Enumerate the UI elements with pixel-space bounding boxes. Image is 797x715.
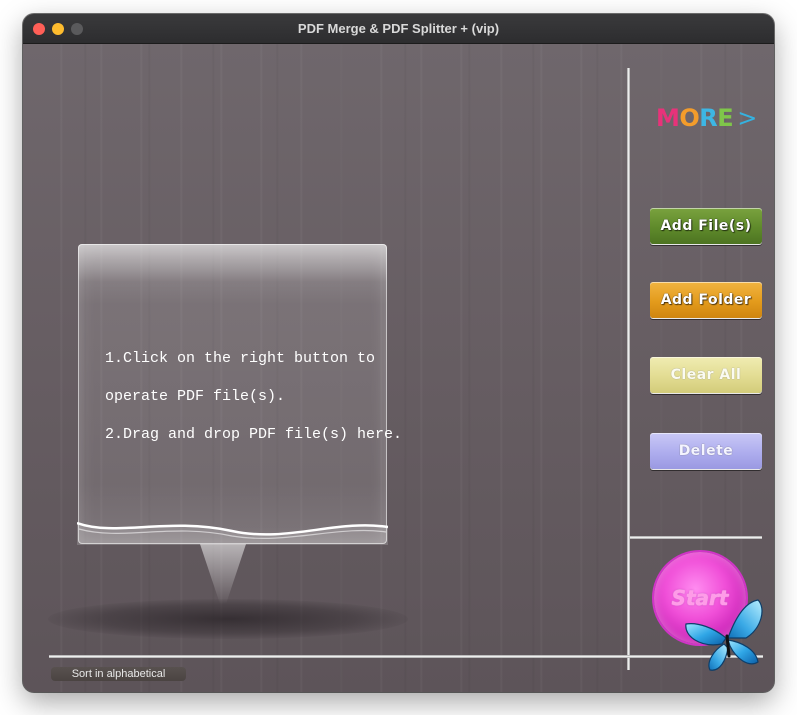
instruction-line: 1.Click on the right button to <box>105 350 376 367</box>
main-content: MORE > Add File(s) Add Folder Clear All D… <box>23 44 774 692</box>
window-title: PDF Merge & PDF Splitter + (vip) <box>297 21 500 36</box>
more-link[interactable]: MORE > <box>656 104 757 132</box>
drop-zone-pointer <box>200 544 246 604</box>
more-letter-e: E <box>717 104 734 132</box>
add-folder-button[interactable]: Add Folder <box>650 282 762 318</box>
delete-button[interactable]: Delete <box>650 433 762 469</box>
butterfly-icon <box>685 599 763 671</box>
title-bar[interactable]: PDF Merge & PDF Splitter + (vip) <box>23 14 774 44</box>
more-letter-m: M <box>656 104 680 132</box>
chevron-right-icon: > <box>737 104 757 132</box>
instruction-line: operate PDF file(s). <box>105 388 286 405</box>
start-area: Start <box>654 552 763 692</box>
instruction-line: 2.Drag and drop PDF file(s) here. <box>105 426 403 443</box>
sort-alphabetical-button[interactable]: Sort in alphabetical <box>51 667 186 681</box>
clear-all-button[interactable]: Clear All <box>650 357 762 393</box>
more-letter-r: R <box>699 104 718 132</box>
app-window: PDF Merge & PDF Splitter + (vip) MORE > A… <box>23 14 774 692</box>
drop-zone-wave <box>77 521 388 545</box>
drop-instructions: 1.Click on the right button to operate PD… <box>105 340 405 454</box>
vertical-divider <box>627 68 630 670</box>
drop-zone-highlight <box>78 244 387 282</box>
right-panel-divider <box>630 536 762 539</box>
more-letter-o: O <box>679 104 700 132</box>
add-files-button[interactable]: Add File(s) <box>650 208 762 244</box>
